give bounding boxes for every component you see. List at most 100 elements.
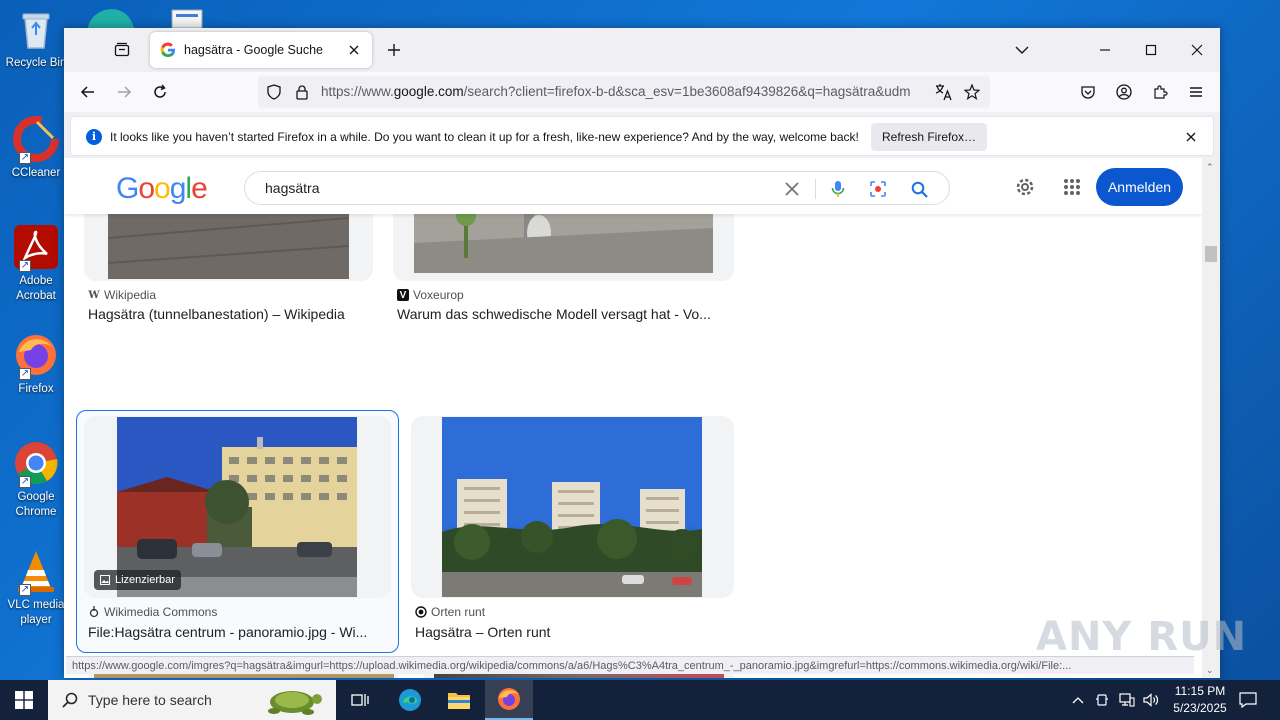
folder-icon	[448, 693, 470, 709]
taskbar-file-explorer[interactable]	[435, 680, 483, 720]
result-title[interactable]: Hagsätra – Orten runt	[415, 624, 715, 640]
edge-desktop-icon[interactable]	[86, 0, 136, 28]
desktop-icon-label: Firefox	[18, 383, 54, 395]
search-query[interactable]: hagsätra	[265, 180, 319, 196]
puzzle-icon	[1154, 85, 1168, 99]
list-all-tabs-button[interactable]	[1008, 36, 1036, 64]
close-icon	[1186, 132, 1196, 142]
close-icon	[349, 45, 359, 55]
clear-search-button[interactable]	[781, 178, 803, 200]
voice-search-button[interactable]	[827, 178, 849, 200]
result-title[interactable]: File:Hagsätra centrum - panoramio.jpg - …	[88, 624, 384, 640]
image-result-card[interactable]: Wikimedia Commons File:Hagsätra centrum …	[84, 416, 394, 646]
clock-time: 11:15 PM	[1174, 684, 1226, 698]
desktop-icon-firefox[interactable]: ↗ Firefox	[4, 332, 68, 397]
desktop-icon-vlc[interactable]: ↗ VLC media player	[4, 548, 68, 628]
extensions-button[interactable]	[1148, 80, 1172, 104]
app-menu-button[interactable]	[1184, 80, 1208, 104]
desktop-icon-recycle-bin[interactable]: Recycle Bin	[4, 6, 68, 71]
site-info-button[interactable]	[292, 82, 312, 102]
taskbar-search-box[interactable]: Type here to search	[48, 680, 336, 720]
settings-button[interactable]	[1012, 174, 1038, 200]
firefox-view-button[interactable]	[110, 38, 134, 62]
shortcut-arrow-icon: ↗	[19, 476, 31, 488]
show-hidden-icons-button[interactable]	[1068, 680, 1088, 720]
desktop-icon-label: Google Chrome	[15, 491, 57, 518]
gear-icon	[1016, 178, 1034, 196]
result-source: Voxeurop	[413, 288, 464, 302]
search-box[interactable]: hagsätra	[244, 171, 950, 205]
desktop-icon-label: CCleaner	[11, 167, 61, 179]
search-divider	[815, 179, 816, 199]
url-text[interactable]: https://www.google.com/search?client=fir…	[321, 84, 931, 99]
result-title[interactable]: Hagsätra (tunnelbanestation) – Wikipedia	[88, 306, 378, 322]
lens-icon	[870, 181, 886, 197]
taskbar-clock[interactable]: 11:15 PM 5/23/2025	[1160, 683, 1240, 717]
back-button[interactable]	[76, 80, 100, 104]
firefox-icon	[498, 688, 520, 710]
desktop-icon-ccleaner[interactable]: ↗ CCleaner	[4, 116, 68, 181]
bookmark-button[interactable]	[962, 82, 982, 102]
scroll-down-arrow-icon[interactable]: ⌄	[1206, 665, 1214, 676]
close-icon	[1191, 44, 1203, 56]
desktop-icon-google-chrome[interactable]: ↗ Google Chrome	[4, 440, 68, 520]
navigation-toolbar: https://www.google.com/search?client=fir…	[64, 72, 1220, 112]
clock-date: 5/23/2025	[1173, 701, 1227, 715]
scroll-up-arrow-icon[interactable]: ⌃	[1206, 162, 1214, 173]
translate-button[interactable]	[934, 82, 954, 102]
tab-google-search[interactable]: hagsätra - Google Suche	[150, 32, 372, 68]
result-thumbnail[interactable]	[442, 417, 702, 597]
taskbar-edge[interactable]	[386, 680, 434, 720]
arrow-right-icon	[118, 86, 132, 98]
maximize-button[interactable]	[1137, 36, 1165, 64]
url-bar[interactable]: https://www.google.com/search?client=fir…	[258, 76, 990, 108]
info-icon: i	[86, 129, 102, 145]
hamburger-icon	[1190, 87, 1202, 97]
vlc-icon: ↗	[13, 548, 59, 596]
vertical-scrollbar[interactable]: ⌃ ⌄	[1202, 158, 1220, 678]
forward-button[interactable]	[112, 80, 136, 104]
url-path: /search?client=firefox-b-d&sca_esv=1be36…	[463, 84, 911, 99]
notification-close-button[interactable]	[1183, 129, 1199, 145]
recycle-bin-icon	[13, 6, 59, 52]
license-badge: Lizenzierbar	[94, 570, 181, 590]
chevron-down-icon	[1015, 46, 1029, 54]
image-result-card[interactable]: Orten runt Hagsätra – Orten runt	[411, 416, 734, 646]
google-logo-letter: g	[169, 172, 187, 205]
google-logo-letter: e	[191, 172, 208, 205]
volume-button[interactable]	[1140, 680, 1162, 720]
tray-device-button[interactable]	[1092, 680, 1112, 720]
scrollbar-thumb[interactable]	[1205, 246, 1217, 262]
maximize-icon	[1145, 44, 1157, 56]
notifications-button[interactable]	[1236, 680, 1260, 720]
tab-close-button[interactable]	[346, 42, 362, 58]
star-icon	[964, 84, 980, 100]
refresh-firefox-button[interactable]: Refresh Firefox…	[871, 123, 988, 151]
search-button[interactable]	[908, 178, 930, 200]
account-button[interactable]	[1112, 80, 1136, 104]
apps-grid-icon	[1064, 179, 1080, 195]
pocket-button[interactable]	[1076, 80, 1100, 104]
wikipedia-icon: W	[88, 289, 100, 301]
image-search-button[interactable]	[867, 178, 889, 200]
tracking-protection-button[interactable]	[264, 82, 284, 102]
lock-icon	[296, 85, 308, 100]
reload-button[interactable]	[148, 80, 172, 104]
result-title[interactable]: Warum das schwedische Modell versagt hat…	[397, 306, 727, 322]
google-logo-letter: o	[154, 172, 171, 205]
google-logo[interactable]: Google	[116, 172, 208, 206]
turtle-search-highlight-icon	[268, 691, 322, 715]
desktop-icon-label: Adobe Acrobat	[16, 275, 56, 302]
minimize-button[interactable]	[1091, 36, 1119, 64]
close-window-button[interactable]	[1183, 36, 1211, 64]
file-desktop-icon[interactable]	[170, 0, 206, 29]
start-button[interactable]	[0, 680, 48, 720]
task-view-button[interactable]	[336, 680, 384, 720]
edge-icon	[399, 689, 421, 711]
new-tab-button[interactable]	[382, 38, 406, 62]
sign-in-button[interactable]: Anmelden	[1096, 168, 1183, 206]
taskbar-firefox[interactable]	[485, 680, 533, 720]
network-button[interactable]	[1116, 680, 1138, 720]
google-apps-button[interactable]	[1059, 174, 1085, 200]
desktop-icon-adobe-acrobat[interactable]: ↗ Adobe Acrobat	[4, 224, 68, 304]
